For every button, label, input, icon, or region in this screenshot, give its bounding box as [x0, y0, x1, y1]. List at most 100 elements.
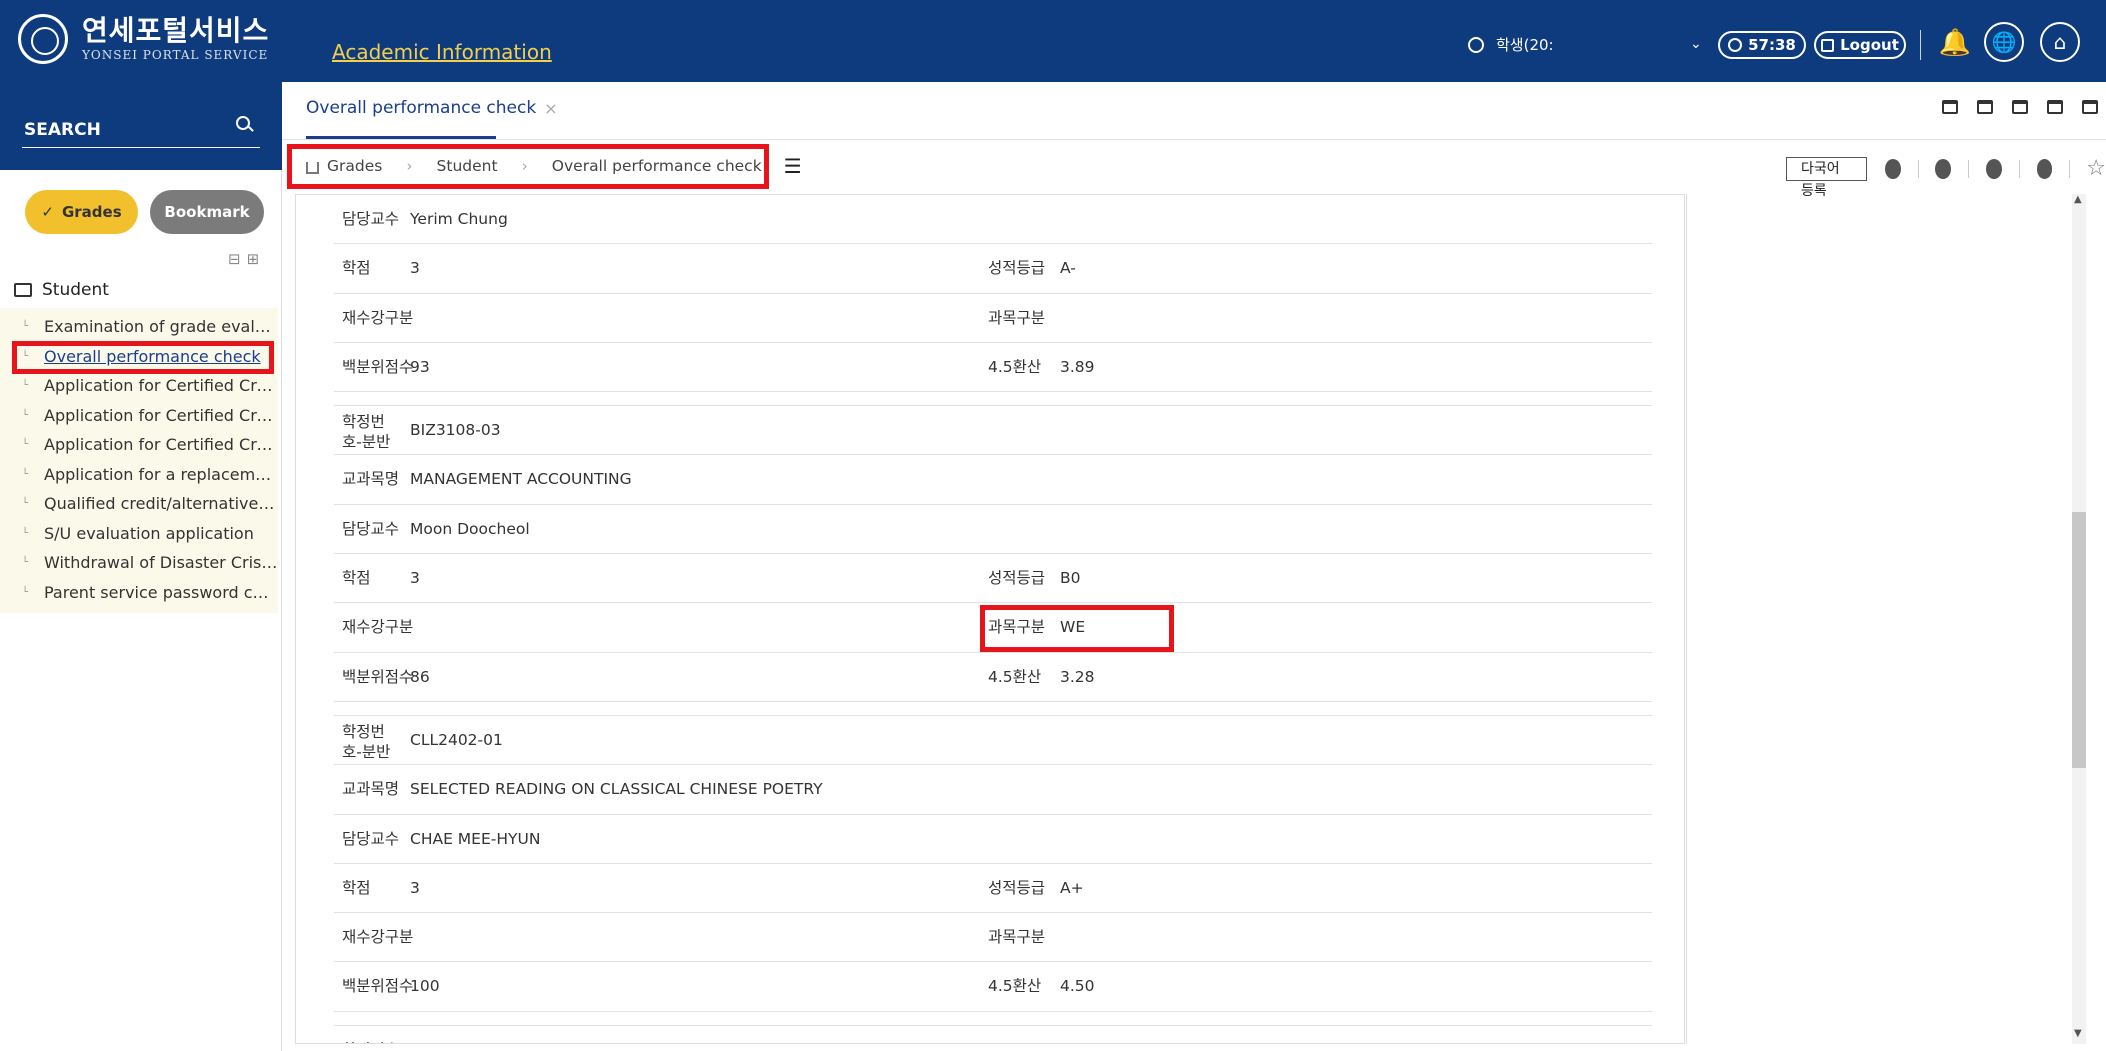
help-icon[interactable] [2036, 158, 2053, 179]
top-bar: 연세포털서비스 YONSEI PORTAL SERVICE Academic I… [0, 0, 2106, 82]
menu-icon[interactable]: ☰ [784, 154, 802, 178]
sidebar-item-grade-evaluation[interactable]: Examination of grade evalua… [0, 312, 278, 342]
row-label: 재수강구분 [342, 618, 414, 637]
scroll-down-arrow-icon[interactable]: ▼ [2074, 1028, 2082, 1039]
user-menu[interactable]: 학생(20: [1468, 34, 1554, 55]
table-row: 학정번호-분반 BIZ3108-03 [334, 406, 1652, 456]
row-value: CLL2402-01 [410, 730, 503, 749]
search-icon[interactable] [236, 116, 250, 130]
tree-root-student[interactable]: Student [14, 280, 109, 300]
table-row: 학정번호-분반 CLL2402-01 [334, 716, 1652, 766]
highlight-subject-type [980, 605, 1174, 652]
row-label: 학점 [342, 878, 371, 897]
section-gap [334, 1012, 1652, 1026]
scrollbar-thumb[interactable] [2072, 512, 2086, 768]
window-controls [1942, 100, 2098, 114]
collapse-icon[interactable] [2047, 100, 2063, 114]
row-label: 담당교수 [342, 519, 400, 538]
search-underline [22, 147, 260, 148]
row-label-2: 과목구분 [988, 928, 1046, 947]
sidebar-item-certified-credit[interactable]: Application for Certified Credit [0, 371, 278, 401]
row-value: 93 [410, 357, 430, 376]
clock-icon [1728, 38, 1743, 52]
row-value: 86 [410, 667, 430, 686]
sidebar-item-qualified-credit[interactable]: Qualified credit/alternative … [0, 489, 278, 519]
tree-expand-collapse[interactable]: ⊟⊞ [228, 250, 265, 268]
sidebar-search[interactable]: SEARCH [0, 82, 282, 170]
row-value: 3 [410, 878, 420, 897]
table-row: 백분위점수 93 4.5환산 3.89 [334, 343, 1652, 393]
table-row: 학정번호- [334, 1026, 1652, 1043]
row-label-2: 성적등급 [988, 259, 1046, 278]
row-label: 학정번호-분반 [342, 413, 391, 452]
row-label: 담당교수 [342, 210, 400, 228]
row-label: 학정번호-분반 [342, 722, 391, 761]
tool-divider [1917, 159, 1919, 178]
session-timer-button[interactable]: 57:38 [1718, 31, 1806, 59]
multilang-register-button[interactable]: 다국어등록 [1786, 156, 1867, 199]
window-icon[interactable] [1942, 100, 1958, 114]
link-icon[interactable] [1986, 158, 2002, 179]
sidebar-item-replacement[interactable]: Application for a replaceme… [0, 460, 278, 490]
row-value-2: B0 [1060, 569, 1081, 588]
row-value: 100 [410, 977, 440, 996]
lock-icon [1821, 38, 1835, 52]
tab-label: Overall performance check [306, 98, 537, 118]
user-icon [1468, 36, 1484, 53]
row-label: 교과목명 [342, 470, 400, 489]
search-input[interactable]: SEARCH [24, 120, 101, 140]
tool-divider [2069, 159, 2071, 178]
fullscreen-icon[interactable] [1935, 158, 1952, 179]
restore-icon[interactable] [2082, 100, 2098, 114]
row-label-2: 과목구분 [988, 308, 1046, 327]
logout-label: Logout [1840, 36, 1899, 54]
grades-chip[interactable]: ✓ Grades [25, 190, 138, 234]
logo-title-kr: 연세포털서비스 [82, 14, 270, 47]
table-row: 교과목명 SELECTED READING ON CLASSICAL CHINE… [334, 765, 1652, 815]
row-value-2: 3.89 [1060, 357, 1095, 376]
row-value-2: A+ [1060, 878, 1084, 897]
sidebar: SEARCH ✓ Grades Bookmark ⊟⊞ Student Exam… [0, 82, 282, 1051]
folder-icon [14, 283, 32, 297]
row-value: Moon Doocheol [410, 519, 530, 538]
table-row: 백분위점수 86 4.5환산 3.28 [334, 653, 1652, 702]
sidebar-item-certified-credit-3[interactable]: Application for Certified Cre… [0, 430, 278, 460]
check-icon: ✓ [41, 203, 54, 221]
grades-chip-label: Grades [61, 203, 122, 221]
row-label-2: 성적등급 [988, 878, 1046, 897]
section-gap [334, 392, 1652, 407]
bookmark-chip[interactable]: Bookmark [150, 190, 264, 234]
notification-bell-icon[interactable]: 🔔 [1938, 26, 1972, 60]
yonsei-logo[interactable]: 연세포털서비스 YONSEI PORTAL SERVICE [18, 14, 269, 64]
row-label: 학정번호- [342, 1026, 405, 1043]
table-row: 재수강구분 과목구분 [334, 294, 1652, 343]
tree-root-label: Student [42, 280, 109, 300]
sidebar-item-certified-credit-2[interactable]: Application for Certified Cre… [0, 401, 278, 431]
row-label: 백분위점수 [342, 977, 414, 996]
home-icon[interactable]: ⌂ [2040, 22, 2080, 62]
header-divider [1920, 30, 1921, 60]
right-pane [1686, 194, 2092, 1044]
row-value-2: A- [1060, 259, 1076, 278]
highlight-sidebar-item [12, 341, 274, 374]
star-icon[interactable]: ☆ [2086, 156, 2106, 181]
tab-overall-performance[interactable]: Overall performance check × [306, 98, 558, 118]
collapse-up-icon[interactable] [1884, 158, 1901, 179]
sidebar-item-parent-password[interactable]: Parent service password cha… [0, 578, 278, 608]
expand-icon[interactable] [2012, 100, 2028, 114]
highlight-breadcrumb [287, 144, 769, 189]
row-label-2: 4.5환산 [988, 977, 1042, 996]
sidebar-item-su-evaluation[interactable]: S/U evaluation application [0, 519, 278, 549]
globe-icon[interactable]: 🌐 [1984, 22, 2024, 62]
close-icon[interactable]: × [544, 99, 557, 118]
table-row: 담당교수 Moon Doocheol [334, 505, 1652, 555]
logout-button[interactable]: Logout [1814, 31, 1906, 59]
table-row: 담당교수 CHAE MEE-HYUN [334, 815, 1652, 864]
scroll-up-arrow-icon[interactable]: ▲ [2074, 194, 2082, 205]
app-title-link[interactable]: Academic Information [332, 40, 552, 64]
sidebar-item-disaster-withdrawal[interactable]: Withdrawal of Disaster Crisis… [0, 548, 278, 578]
row-label: 재수강구분 [342, 928, 414, 947]
row-label: 교과목명 [342, 780, 400, 799]
chevron-down-icon[interactable]: ⌄ [1690, 36, 1702, 52]
window-close-others-icon[interactable] [1977, 100, 1993, 114]
